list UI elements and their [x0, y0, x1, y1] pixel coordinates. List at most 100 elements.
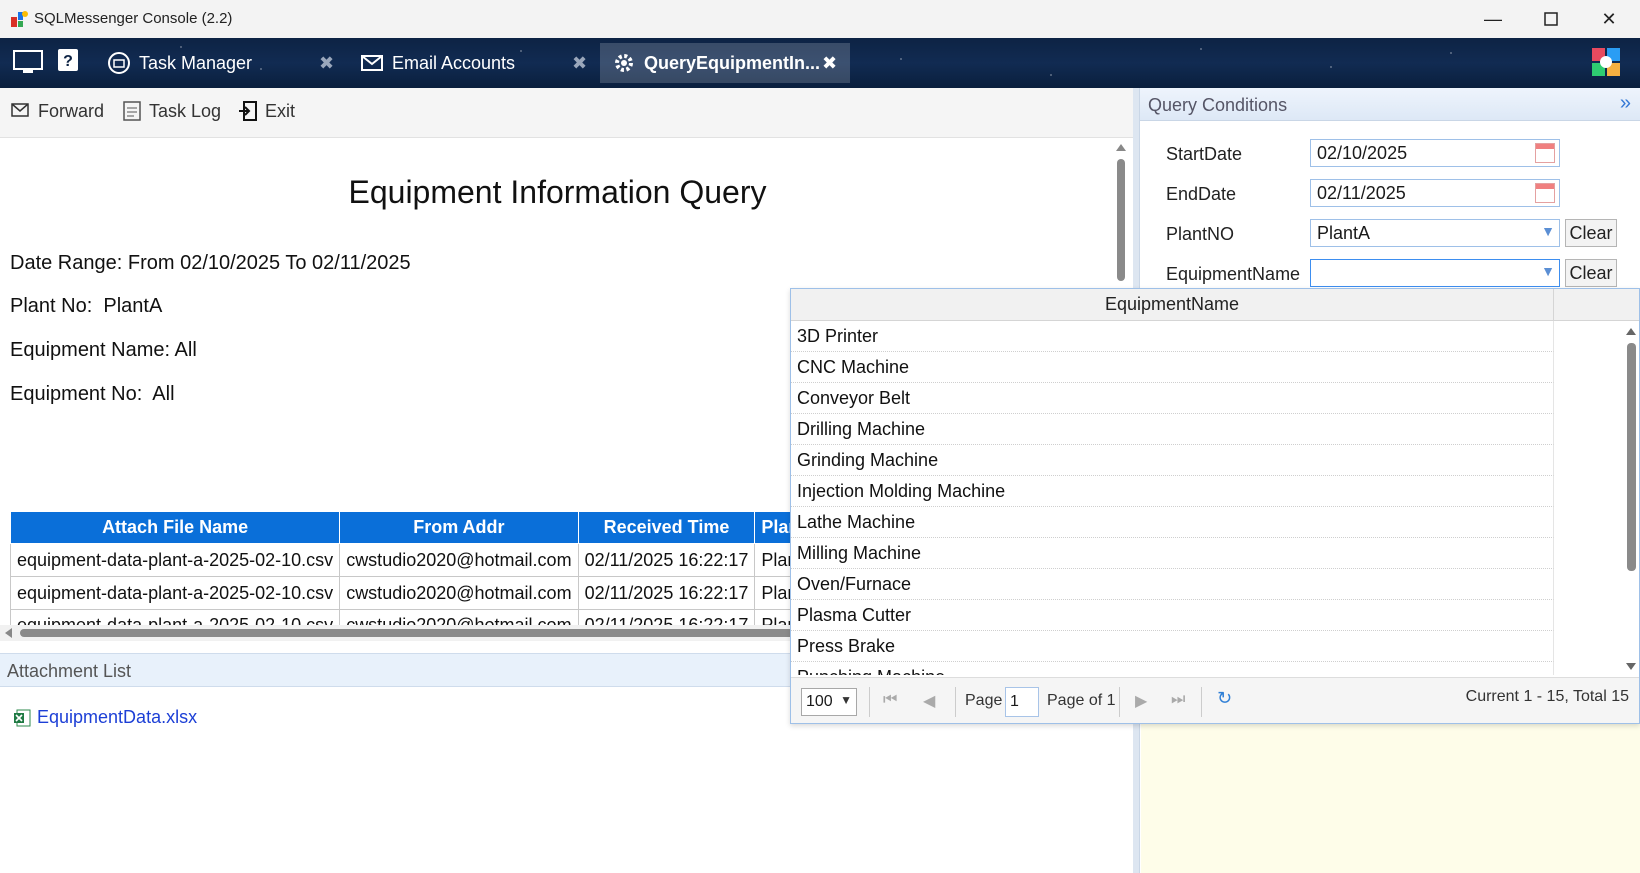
- attachment-link[interactable]: EquipmentData.xlsx: [13, 707, 197, 728]
- tab-close-icon[interactable]: ✖: [319, 53, 334, 74]
- page-size-select[interactable]: 100 ▼: [801, 688, 857, 716]
- app-logo-icon: [11, 11, 28, 27]
- tab-close-icon[interactable]: ✖: [822, 53, 837, 74]
- svg-text:?: ?: [63, 53, 73, 70]
- first-page-icon[interactable]: ⏮: [883, 691, 897, 709]
- cell-from-addr: cwstudio2020@hotmail.com: [339, 576, 579, 610]
- forward-mail-icon: [10, 100, 32, 122]
- column-header[interactable]: From Addr: [339, 511, 579, 544]
- attachment-list-header: Attachment List: [0, 653, 800, 687]
- settings-app-icon[interactable]: [1590, 46, 1622, 78]
- column-header-equipment-name[interactable]: EquipmentName: [791, 289, 1554, 320]
- tab-query-equipment[interactable]: QueryEquipmentIn... ✖: [600, 43, 850, 83]
- list-item[interactable]: Lathe Machine: [791, 507, 1554, 538]
- close-window-button[interactable]: ✕: [1580, 0, 1638, 38]
- attachment-file-name[interactable]: EquipmentData.xlsx: [37, 707, 197, 728]
- tab-label: Task Manager: [139, 52, 253, 73]
- forward-button[interactable]: Forward: [10, 100, 104, 122]
- table-row[interactable]: equipment-data-plant-a-2025-02-10.csv cw…: [9, 576, 856, 610]
- tab-bar: ? Task Manager ✖ Email Accounts ✖ QueryE…: [0, 38, 1640, 88]
- clear-equipment-button[interactable]: Clear: [1565, 259, 1617, 287]
- list-item[interactable]: Grinding Machine: [791, 445, 1554, 476]
- table-row[interactable]: equipment-data-plant-a-2025-02-10.csv cw…: [9, 543, 856, 577]
- list-item[interactable]: Punching Machine: [791, 662, 1554, 675]
- end-date-input[interactable]: 02/11/2025: [1310, 179, 1560, 207]
- next-page-icon[interactable]: ▶: [1135, 691, 1147, 711]
- task-manager-icon: [107, 51, 131, 75]
- list-item[interactable]: CNC Machine: [791, 352, 1554, 383]
- refresh-icon[interactable]: ↻: [1217, 688, 1232, 709]
- list-item[interactable]: 3D Printer: [791, 321, 1554, 352]
- list-item[interactable]: Oven/Furnace: [791, 569, 1554, 600]
- last-page-icon[interactable]: ⏭: [1171, 691, 1185, 709]
- task-log-button[interactable]: Task Log: [121, 100, 221, 122]
- cell-file-name: equipment-data-plant-a-2025-02-10.csv: [9, 576, 341, 610]
- forward-label: Forward: [38, 100, 105, 121]
- toolbar: Forward Task Log Exit: [0, 88, 1136, 138]
- cell-received-time: 02/11/2025 16:22:17: [577, 576, 756, 610]
- table-header-row: Attach File Name From Addr Received Time…: [9, 511, 856, 544]
- exit-label: Exit: [265, 100, 296, 121]
- cell-received-time: 02/11/2025 16:22:17: [577, 609, 756, 626]
- window-title: SQLMessenger Console (2.2): [34, 10, 233, 27]
- tab-label: QueryEquipmentIn...: [644, 52, 821, 73]
- help-icon[interactable]: ?: [57, 48, 79, 72]
- minimize-button[interactable]: —: [1464, 0, 1522, 38]
- cell-file-name: equipment-data-plant-a-2025-02-10.csv: [9, 609, 341, 626]
- chevron-down-icon: ▼: [840, 693, 852, 707]
- log-icon: [121, 100, 143, 122]
- task-log-label: Task Log: [149, 100, 222, 121]
- end-date-label: EndDate: [1166, 184, 1237, 204]
- maximize-icon: [1544, 12, 1558, 26]
- window-title-bar: SQLMessenger Console (2.2) — ✕: [0, 0, 1640, 38]
- excel-file-icon: [14, 709, 31, 726]
- plant-no-select[interactable]: PlantA ▼: [1310, 219, 1560, 247]
- report-equipment-name: Equipment Name: All: [10, 339, 197, 361]
- start-date-input[interactable]: 02/10/2025: [1310, 139, 1560, 167]
- tab-task-manager[interactable]: Task Manager ✖: [107, 43, 347, 83]
- equipment-name-label: EquipmentName: [1166, 264, 1301, 284]
- column-header[interactable]: Attach File Name: [9, 511, 341, 544]
- tab-close-icon[interactable]: ✖: [572, 53, 587, 74]
- plant-no-label: PlantNO: [1166, 224, 1235, 244]
- query-conditions-header: Query Conditions »: [1140, 88, 1640, 121]
- page-of-label: Page of 1: [1047, 692, 1116, 709]
- cell-from-addr: cwstudio2020@hotmail.com: [339, 543, 579, 577]
- list-item[interactable]: Milling Machine: [791, 538, 1554, 569]
- report-title: Equipment Information Query: [348, 174, 767, 210]
- list-item[interactable]: Conveyor Belt: [791, 383, 1554, 414]
- column-header[interactable]: Received Time: [577, 511, 756, 544]
- clear-plant-button[interactable]: Clear: [1565, 219, 1617, 247]
- maximize-button[interactable]: [1522, 0, 1580, 38]
- list-item[interactable]: Plasma Cutter: [791, 600, 1554, 631]
- gear-icon: [612, 51, 636, 75]
- grid-header: EquipmentName: [791, 289, 1639, 321]
- collapse-panel-icon[interactable]: »: [1620, 92, 1631, 115]
- report-plant-no: Plant No: PlantA: [10, 295, 163, 317]
- list-item[interactable]: Injection Molding Machine: [791, 476, 1554, 507]
- chevron-down-icon[interactable]: ▼: [1541, 223, 1555, 239]
- grid-pager: 100 ▼ ⏮ ◀ Page 1 Page of 1 ▶ ⏭ ↻ Current…: [791, 677, 1639, 723]
- chevron-down-icon[interactable]: ▼: [1541, 263, 1555, 279]
- tab-label: Email Accounts: [392, 52, 516, 73]
- report-horizontal-scrollbar[interactable]: [0, 625, 800, 641]
- equipment-name-dropdown-grid: EquipmentName 3D Printer CNC Machine Con…: [790, 288, 1640, 724]
- list-item[interactable]: Drilling Machine: [791, 414, 1554, 445]
- table-row[interactable]: equipment-data-plant-a-2025-02-10.csv cw…: [9, 609, 856, 626]
- desktop-icon[interactable]: [12, 48, 44, 76]
- cell-file-name: equipment-data-plant-a-2025-02-10.csv: [9, 543, 341, 577]
- start-date-label: StartDate: [1166, 144, 1243, 164]
- calendar-icon[interactable]: [1535, 183, 1555, 203]
- exit-icon: [237, 100, 259, 122]
- cell-from-addr: cwstudio2020@hotmail.com: [339, 609, 579, 626]
- grid-vertical-scrollbar[interactable]: [1623, 323, 1639, 675]
- page-number-input[interactable]: 1: [1005, 687, 1039, 717]
- prev-page-icon[interactable]: ◀: [923, 691, 935, 711]
- cell-received-time: 02/11/2025 16:22:17: [577, 543, 756, 577]
- tab-email-accounts[interactable]: Email Accounts ✖: [360, 43, 600, 83]
- calendar-icon[interactable]: [1535, 143, 1555, 163]
- exit-button[interactable]: Exit: [237, 100, 295, 122]
- equipment-name-select[interactable]: ▼: [1310, 259, 1560, 287]
- page-label: Page: [965, 692, 1003, 709]
- list-item[interactable]: Press Brake: [791, 631, 1554, 662]
